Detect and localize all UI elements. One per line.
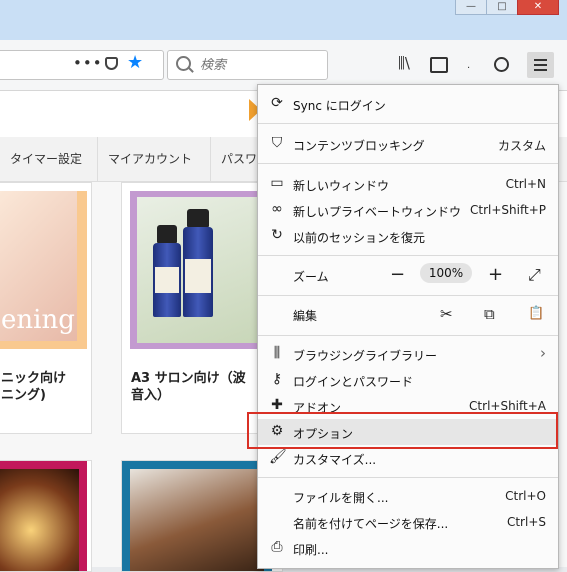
close-button[interactable]: ✕ <box>517 0 559 15</box>
card-title: ニック向け ニング) <box>1 371 67 403</box>
app-menu-panel: ⟳ Sync にログイン ⛉ コンテンツブロッキング カスタム ▭ 新しいウィン… <box>257 84 559 569</box>
cut-icon[interactable]: ✂ <box>440 305 453 323</box>
card-image <box>0 461 87 571</box>
title-bar: — □ ✕ <box>0 0 567 40</box>
menu-item-new-window[interactable]: ▭ 新しいウィンドウ Ctrl+N <box>258 171 558 197</box>
restore-session-icon: ↻ <box>271 227 283 243</box>
menu-item-edit: 編集 ✂ ⧉ 📋 <box>293 305 545 323</box>
card-title: A3 サロン向け（波 音入） <box>131 371 246 403</box>
card-image <box>122 461 272 571</box>
highlight-box <box>247 412 558 449</box>
library-icon[interactable]: ⫼\ <box>398 54 410 72</box>
search-input[interactable] <box>198 54 322 76</box>
sync-icon: ⟳ <box>271 95 283 111</box>
bookmark-star-icon[interactable]: ★ <box>127 52 143 73</box>
menu-item-logins[interactable]: ⚷ ログインとパスワード <box>258 367 558 393</box>
search-icon <box>176 56 191 71</box>
fullscreen-icon[interactable]: ⤢ <box>528 266 541 284</box>
menu-item-open-file[interactable]: ファイルを開く... Ctrl+O <box>258 483 558 509</box>
menu-item-save-page[interactable]: 名前を付けてページを保存... Ctrl+S <box>258 509 558 535</box>
url-bar[interactable]: ••• ★ <box>0 50 164 80</box>
zoom-reset-button[interactable]: 100% <box>420 263 472 283</box>
new-window-icon: ▭ <box>270 175 284 191</box>
menu-item-print[interactable]: ⎙ 印刷... <box>258 535 558 561</box>
copy-icon[interactable]: ⧉ <box>484 305 495 323</box>
menu-item-library[interactable]: ⫼ ブラウジングライブラリー › <box>258 341 558 367</box>
paste-icon[interactable]: 📋 <box>528 305 544 323</box>
page-actions-icon[interactable]: ••• <box>73 54 103 72</box>
menu-item-content-blocking[interactable]: ⛉ コンテンツブロッキング カスタム <box>258 131 558 157</box>
library-icon: ⫼ <box>273 345 281 361</box>
card-image-text: ening <box>1 305 75 335</box>
nav-item-timer[interactable]: タイマー設定 <box>0 137 92 181</box>
overflow-dot-icon: . <box>467 60 471 71</box>
menu-item-sync[interactable]: ⟳ Sync にログイン <box>258 91 558 117</box>
brush-icon: 🖌 <box>269 449 287 465</box>
account-icon[interactable] <box>494 57 509 72</box>
product-card[interactable] <box>0 460 92 572</box>
menu-item-restore-session[interactable]: ↻ 以前のセッションを復元 <box>258 223 558 249</box>
menu-icon[interactable] <box>527 52 554 78</box>
chevron-right-icon: › <box>540 344 546 362</box>
print-icon: ⎙ <box>271 539 283 555</box>
private-mask-icon: ∞ <box>271 201 283 217</box>
zoom-out-button[interactable]: − <box>390 266 405 284</box>
menu-item-zoom: ズーム − 100% + ⤢ <box>293 263 541 285</box>
puzzle-icon: ✚ <box>271 397 283 413</box>
card-image: ening <box>0 191 87 349</box>
shield-icon: ⛉ <box>271 135 283 151</box>
nav-item-account[interactable]: マイアカウント <box>97 137 202 181</box>
pocket-icon[interactable] <box>105 57 118 70</box>
product-card[interactable]: ening ニック向け ニング) <box>0 182 92 434</box>
minimize-button[interactable]: — <box>455 0 487 15</box>
window-controls: — □ ✕ <box>455 0 559 16</box>
menu-item-private-window[interactable]: ∞ 新しいプライベートウィンドウ Ctrl+Shift+P <box>258 197 558 223</box>
zoom-in-button[interactable]: + <box>488 266 503 284</box>
search-box[interactable] <box>167 50 328 80</box>
sidebar-icon[interactable] <box>430 57 448 73</box>
maximize-button[interactable]: □ <box>486 0 518 15</box>
key-icon: ⚷ <box>271 371 283 387</box>
